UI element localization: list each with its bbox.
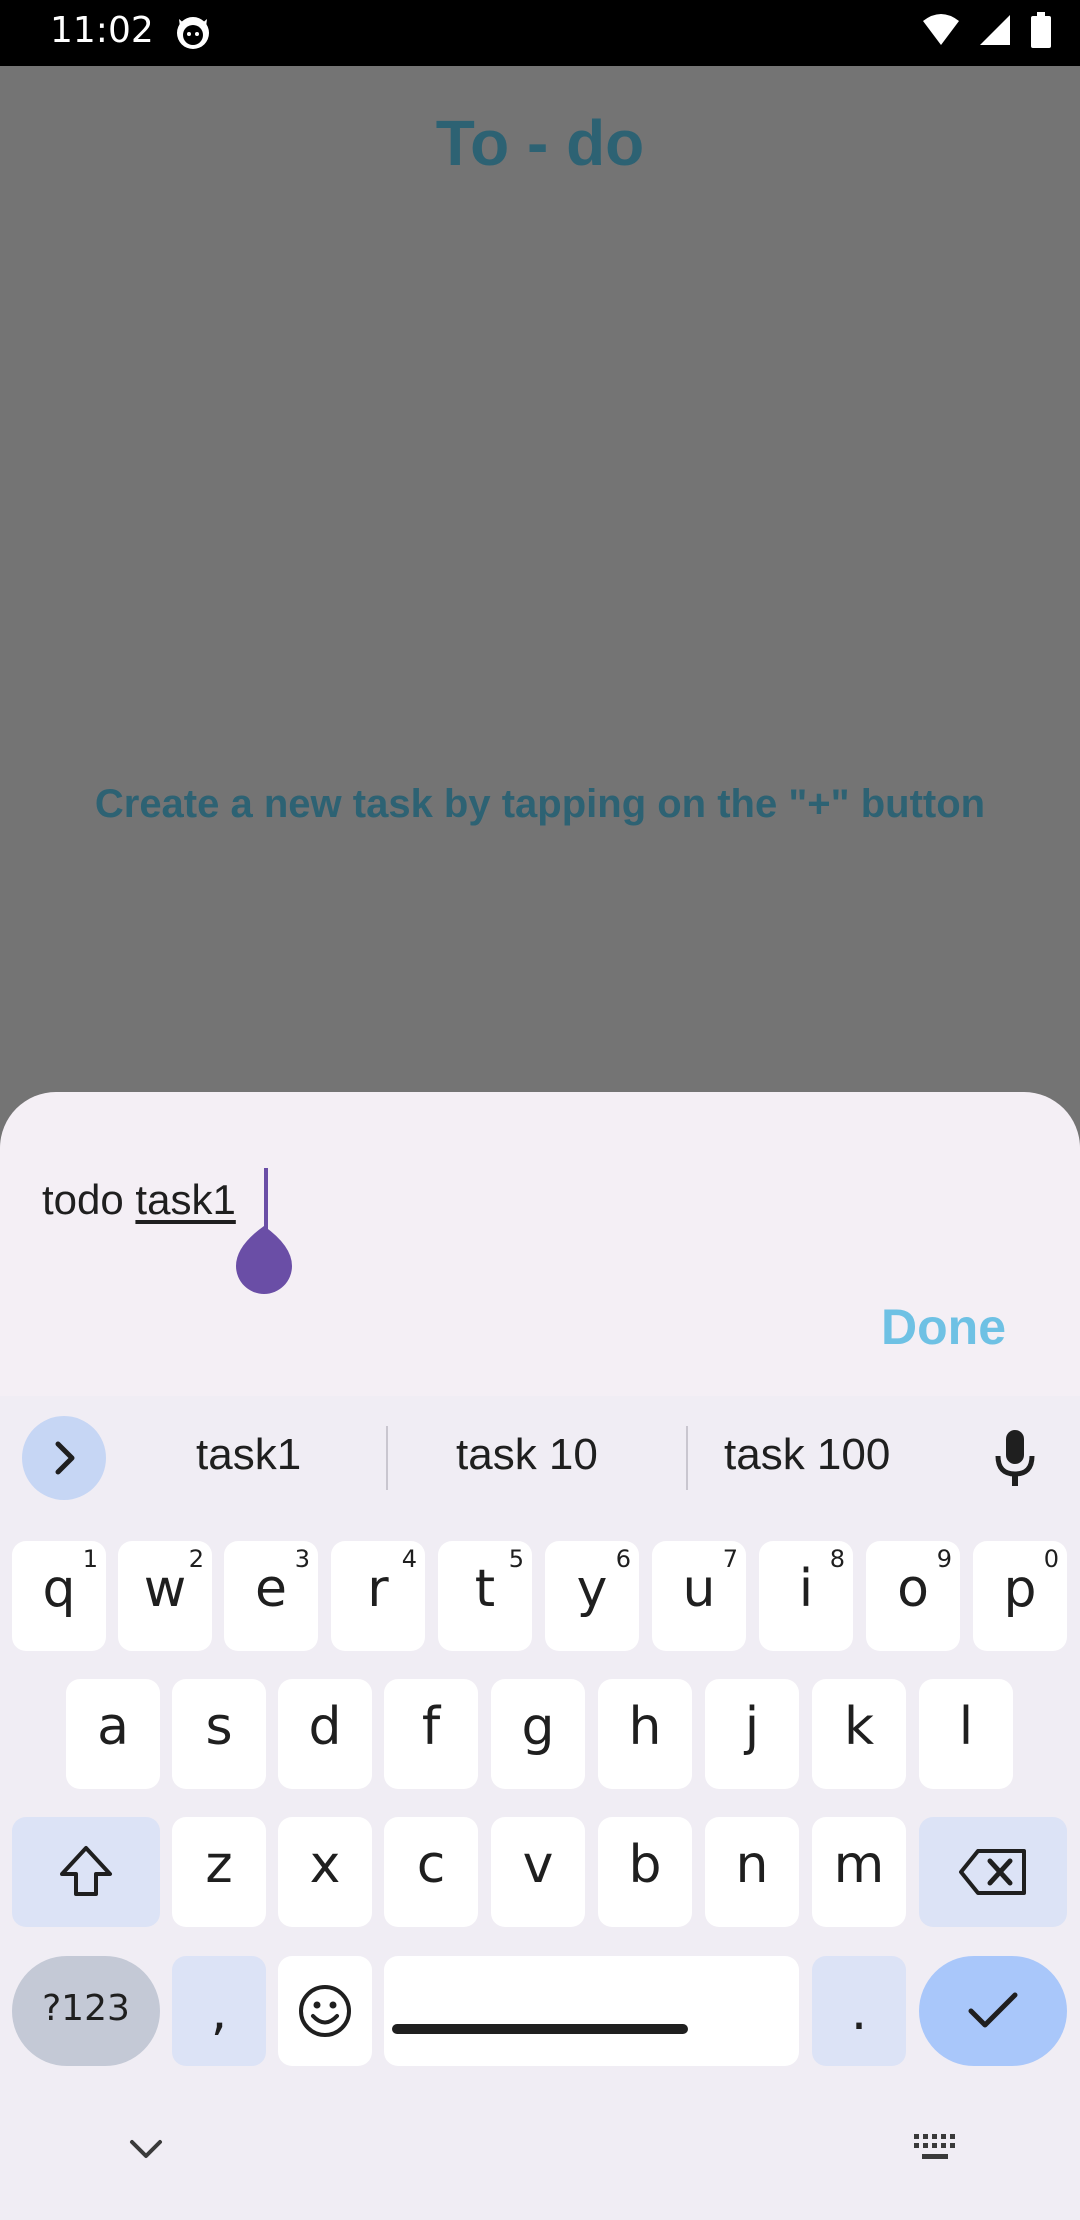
key-o[interactable]: o9 <box>866 1541 960 1651</box>
keyboard-switch-icon[interactable] <box>912 2132 958 2164</box>
key-d[interactable]: d <box>278 1679 372 1789</box>
key-g[interactable]: g <box>491 1679 585 1789</box>
key-n[interactable]: n <box>705 1817 799 1927</box>
status-bar: 11:02 <box>0 0 1080 66</box>
battery-icon <box>1030 12 1052 53</box>
app-content: To - do Create a new task by tapping on … <box>0 66 1080 1092</box>
done-button[interactable]: Done <box>881 1298 1006 1356</box>
status-time: 11:02 <box>50 10 154 51</box>
checkmark-icon <box>968 1992 1018 2028</box>
cell-signal-icon <box>978 13 1012 52</box>
key-e[interactable]: e3 <box>224 1541 318 1651</box>
comma-key[interactable]: , <box>172 1956 266 2066</box>
key-i[interactable]: i8 <box>759 1541 853 1651</box>
suggestion-1[interactable]: task1 <box>196 1430 301 1480</box>
key-v[interactable]: v <box>491 1817 585 1927</box>
empty-state-message: Create a new task by tapping on the "+" … <box>94 782 986 826</box>
shift-key[interactable] <box>12 1817 160 1927</box>
key-f[interactable]: f <box>384 1679 478 1789</box>
suggestion-3[interactable]: task 100 <box>724 1430 890 1480</box>
emoji-icon <box>299 1985 351 2037</box>
expand-toolbar-button[interactable] <box>22 1416 106 1500</box>
key-w[interactable]: w2 <box>118 1541 212 1651</box>
key-k[interactable]: k <box>812 1679 906 1789</box>
backspace-key[interactable] <box>919 1817 1067 1927</box>
suggestion-divider <box>386 1426 388 1490</box>
key-j[interactable]: j <box>705 1679 799 1789</box>
key-p[interactable]: p0 <box>973 1541 1067 1651</box>
new-task-sheet: todo task1 Done <box>0 1092 1080 1396</box>
period-key[interactable]: . <box>812 1956 906 2066</box>
wifi-icon <box>922 13 960 52</box>
suggestion-strip: task1 task 10 task 100 <box>0 1396 1080 1520</box>
suggestion-2[interactable]: task 10 <box>456 1430 598 1480</box>
key-b[interactable]: b <box>598 1817 692 1927</box>
emoji-key[interactable] <box>278 1956 372 2066</box>
status-icons <box>922 12 1052 53</box>
key-t[interactable]: t5 <box>438 1541 532 1651</box>
key-u[interactable]: u7 <box>652 1541 746 1651</box>
key-m[interactable]: m <box>812 1817 906 1927</box>
soft-keyboard: task1 task 10 task 100 q1 w2 e3 r4 t5 y6… <box>0 1396 1080 2220</box>
gesture-nav-handle[interactable] <box>392 2024 688 2034</box>
enter-key[interactable] <box>919 1956 1067 2066</box>
key-r[interactable]: r4 <box>331 1541 425 1651</box>
shift-icon <box>60 1846 112 1896</box>
key-s[interactable]: s <box>172 1679 266 1789</box>
chevron-right-icon <box>55 1441 75 1475</box>
key-c[interactable]: c <box>384 1817 478 1927</box>
key-z[interactable]: z <box>172 1817 266 1927</box>
task-input[interactable]: todo task1 <box>42 1176 236 1224</box>
space-key[interactable] <box>384 1956 799 2066</box>
key-x[interactable]: x <box>278 1817 372 1927</box>
task-input-text: todo <box>42 1176 136 1223</box>
hide-keyboard-icon[interactable] <box>126 2134 166 2162</box>
page-title: To - do <box>435 107 645 179</box>
symbols-key[interactable]: ?123 <box>12 1956 160 2066</box>
key-l[interactable]: l <box>919 1679 1013 1789</box>
suggestion-divider <box>686 1426 688 1490</box>
cursor-handle[interactable] <box>234 1216 294 1296</box>
microphone-icon[interactable] <box>990 1428 1040 1488</box>
key-q[interactable]: q1 <box>12 1541 106 1651</box>
task-input-composing-text: task1 <box>135 1176 236 1223</box>
key-a[interactable]: a <box>66 1679 160 1789</box>
cat-notification-icon <box>174 13 212 51</box>
key-h[interactable]: h <box>598 1679 692 1789</box>
backspace-icon <box>959 1849 1026 1895</box>
key-y[interactable]: y6 <box>545 1541 639 1651</box>
